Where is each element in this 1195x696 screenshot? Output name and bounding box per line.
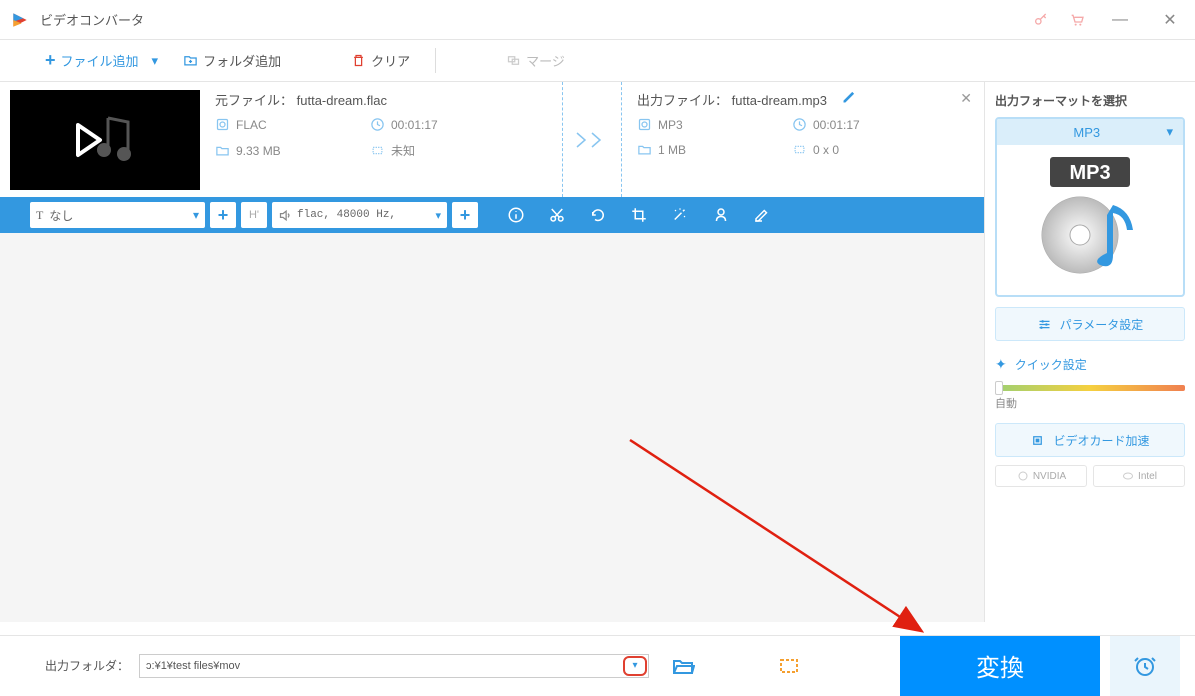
plus-icon: +: [45, 50, 56, 71]
dropdown-icon: ▾: [435, 209, 441, 222]
folder-icon: [637, 142, 652, 157]
effects-icon[interactable]: [662, 197, 698, 233]
convert-button[interactable]: 変換: [900, 636, 1100, 696]
plus-icon: +: [218, 205, 229, 226]
output-folder-label: 出力フォルダ：: [45, 657, 129, 674]
quality-value: 自動: [995, 395, 1185, 411]
h-icon: H': [249, 209, 259, 221]
close-button[interactable]: ✕: [1155, 10, 1185, 30]
app-title: ビデオコンバータ: [40, 10, 1033, 29]
minimize-button[interactable]: —: [1105, 11, 1135, 29]
add-subtitle-button[interactable]: +: [210, 202, 236, 228]
format-dropdown[interactable]: MP3 ▾: [997, 119, 1183, 145]
plus-icon: +: [460, 205, 471, 226]
svg-text:MP3: MP3: [1069, 162, 1110, 184]
output-path-input[interactable]: [139, 654, 649, 678]
folder-plus-icon: [183, 53, 198, 68]
browse-folder-icon[interactable]: [671, 654, 695, 678]
speaker-icon: [278, 208, 293, 223]
open-output-icon[interactable]: [777, 654, 801, 678]
key-icon[interactable]: [1033, 12, 1049, 28]
source-info: 元ファイル： futta-dream.flac FLAC 00:01:17 9.…: [200, 82, 562, 197]
main-toolbar: + ファイル追加 ▾ フォルダ追加 クリア マージ: [0, 40, 1195, 82]
clock-icon: [370, 117, 385, 132]
slider-thumb[interactable]: [995, 381, 1003, 395]
dropdown-icon[interactable]: ▾: [152, 53, 159, 69]
bottom-bar: 出力フォルダ： ▾ 変換: [0, 635, 1195, 695]
audio-track-select[interactable]: flac, 48000 Hz, ▾: [272, 202, 447, 228]
folder-icon: [215, 143, 230, 158]
merge-icon: [506, 53, 521, 68]
hardcode-subtitle-button[interactable]: H': [241, 202, 267, 228]
dropdown-icon: ▾: [193, 208, 199, 222]
rotate-icon[interactable]: [580, 197, 616, 233]
gpu-accel-button[interactable]: ビデオカード加速: [995, 423, 1185, 457]
format-icon: [637, 117, 652, 132]
file-item[interactable]: ✕ 元ファイル： futta-dream.flac FLAC 00:01:17 …: [0, 82, 984, 197]
clock-icon: [792, 117, 807, 132]
quick-settings-label: ✦ クイック設定: [995, 356, 1185, 373]
mp3-format-icon: MP3: [1035, 155, 1145, 275]
parameter-settings-button[interactable]: パラメータ設定: [995, 307, 1185, 341]
cart-icon[interactable]: [1069, 12, 1085, 28]
edit-icon[interactable]: [744, 197, 780, 233]
format-icon: [215, 117, 230, 132]
plus-icon: ✦: [995, 356, 1007, 373]
file-list-empty: [0, 233, 984, 622]
quality-slider[interactable]: [995, 385, 1185, 391]
subtitle-select[interactable]: T なし ▾: [30, 202, 205, 228]
app-logo-icon: [10, 10, 30, 30]
dropdown-icon: ▾: [1166, 124, 1173, 140]
cut-icon[interactable]: [539, 197, 575, 233]
crop-icon[interactable]: [621, 197, 657, 233]
conversion-arrow: [562, 82, 622, 197]
dropdown-icon: ▾: [633, 660, 638, 671]
title-bar: ビデオコンバータ — ✕: [0, 0, 1195, 40]
toolbar-divider: [435, 48, 436, 73]
resolution-icon: [792, 142, 807, 157]
format-selector[interactable]: MP3 ▾ MP3: [995, 117, 1185, 297]
nvidia-badge: NVIDIA: [995, 465, 1087, 487]
sliders-icon: [1037, 317, 1052, 332]
trash-icon: [351, 53, 366, 68]
play-audio-icon: [70, 110, 140, 170]
file-action-bar: T なし ▾ + H' flac, 48000 Hz, ▾ +: [0, 197, 984, 233]
text-icon: T: [36, 208, 43, 223]
watermark-icon[interactable]: [703, 197, 739, 233]
output-sidebar: 出力フォーマットを選択 MP3 ▾ MP3 パ: [985, 82, 1195, 622]
remove-file-button[interactable]: ✕: [960, 90, 972, 107]
edit-name-icon[interactable]: [841, 90, 856, 105]
add-audio-button[interactable]: +: [452, 202, 478, 228]
info-icon[interactable]: [498, 197, 534, 233]
add-folder-button[interactable]: フォルダ追加: [173, 46, 291, 75]
schedule-button[interactable]: [1110, 636, 1180, 696]
sidebar-title: 出力フォーマットを選択: [995, 92, 1185, 109]
output-path-dropdown[interactable]: ▾: [623, 656, 647, 676]
format-preview: MP3: [997, 145, 1183, 285]
thumbnail[interactable]: [10, 90, 200, 190]
resolution-icon: [370, 143, 385, 158]
merge-button: マージ: [496, 46, 575, 75]
clear-button[interactable]: クリア: [341, 46, 420, 75]
alarm-icon: [1133, 654, 1157, 678]
intel-badge: Intel: [1093, 465, 1185, 487]
add-file-button[interactable]: + ファイル追加 ▾: [35, 45, 168, 76]
output-info: 出力ファイル： futta-dream.mp3 MP3 00:01:17 1 M…: [622, 82, 984, 197]
chip-icon: [1030, 433, 1045, 448]
